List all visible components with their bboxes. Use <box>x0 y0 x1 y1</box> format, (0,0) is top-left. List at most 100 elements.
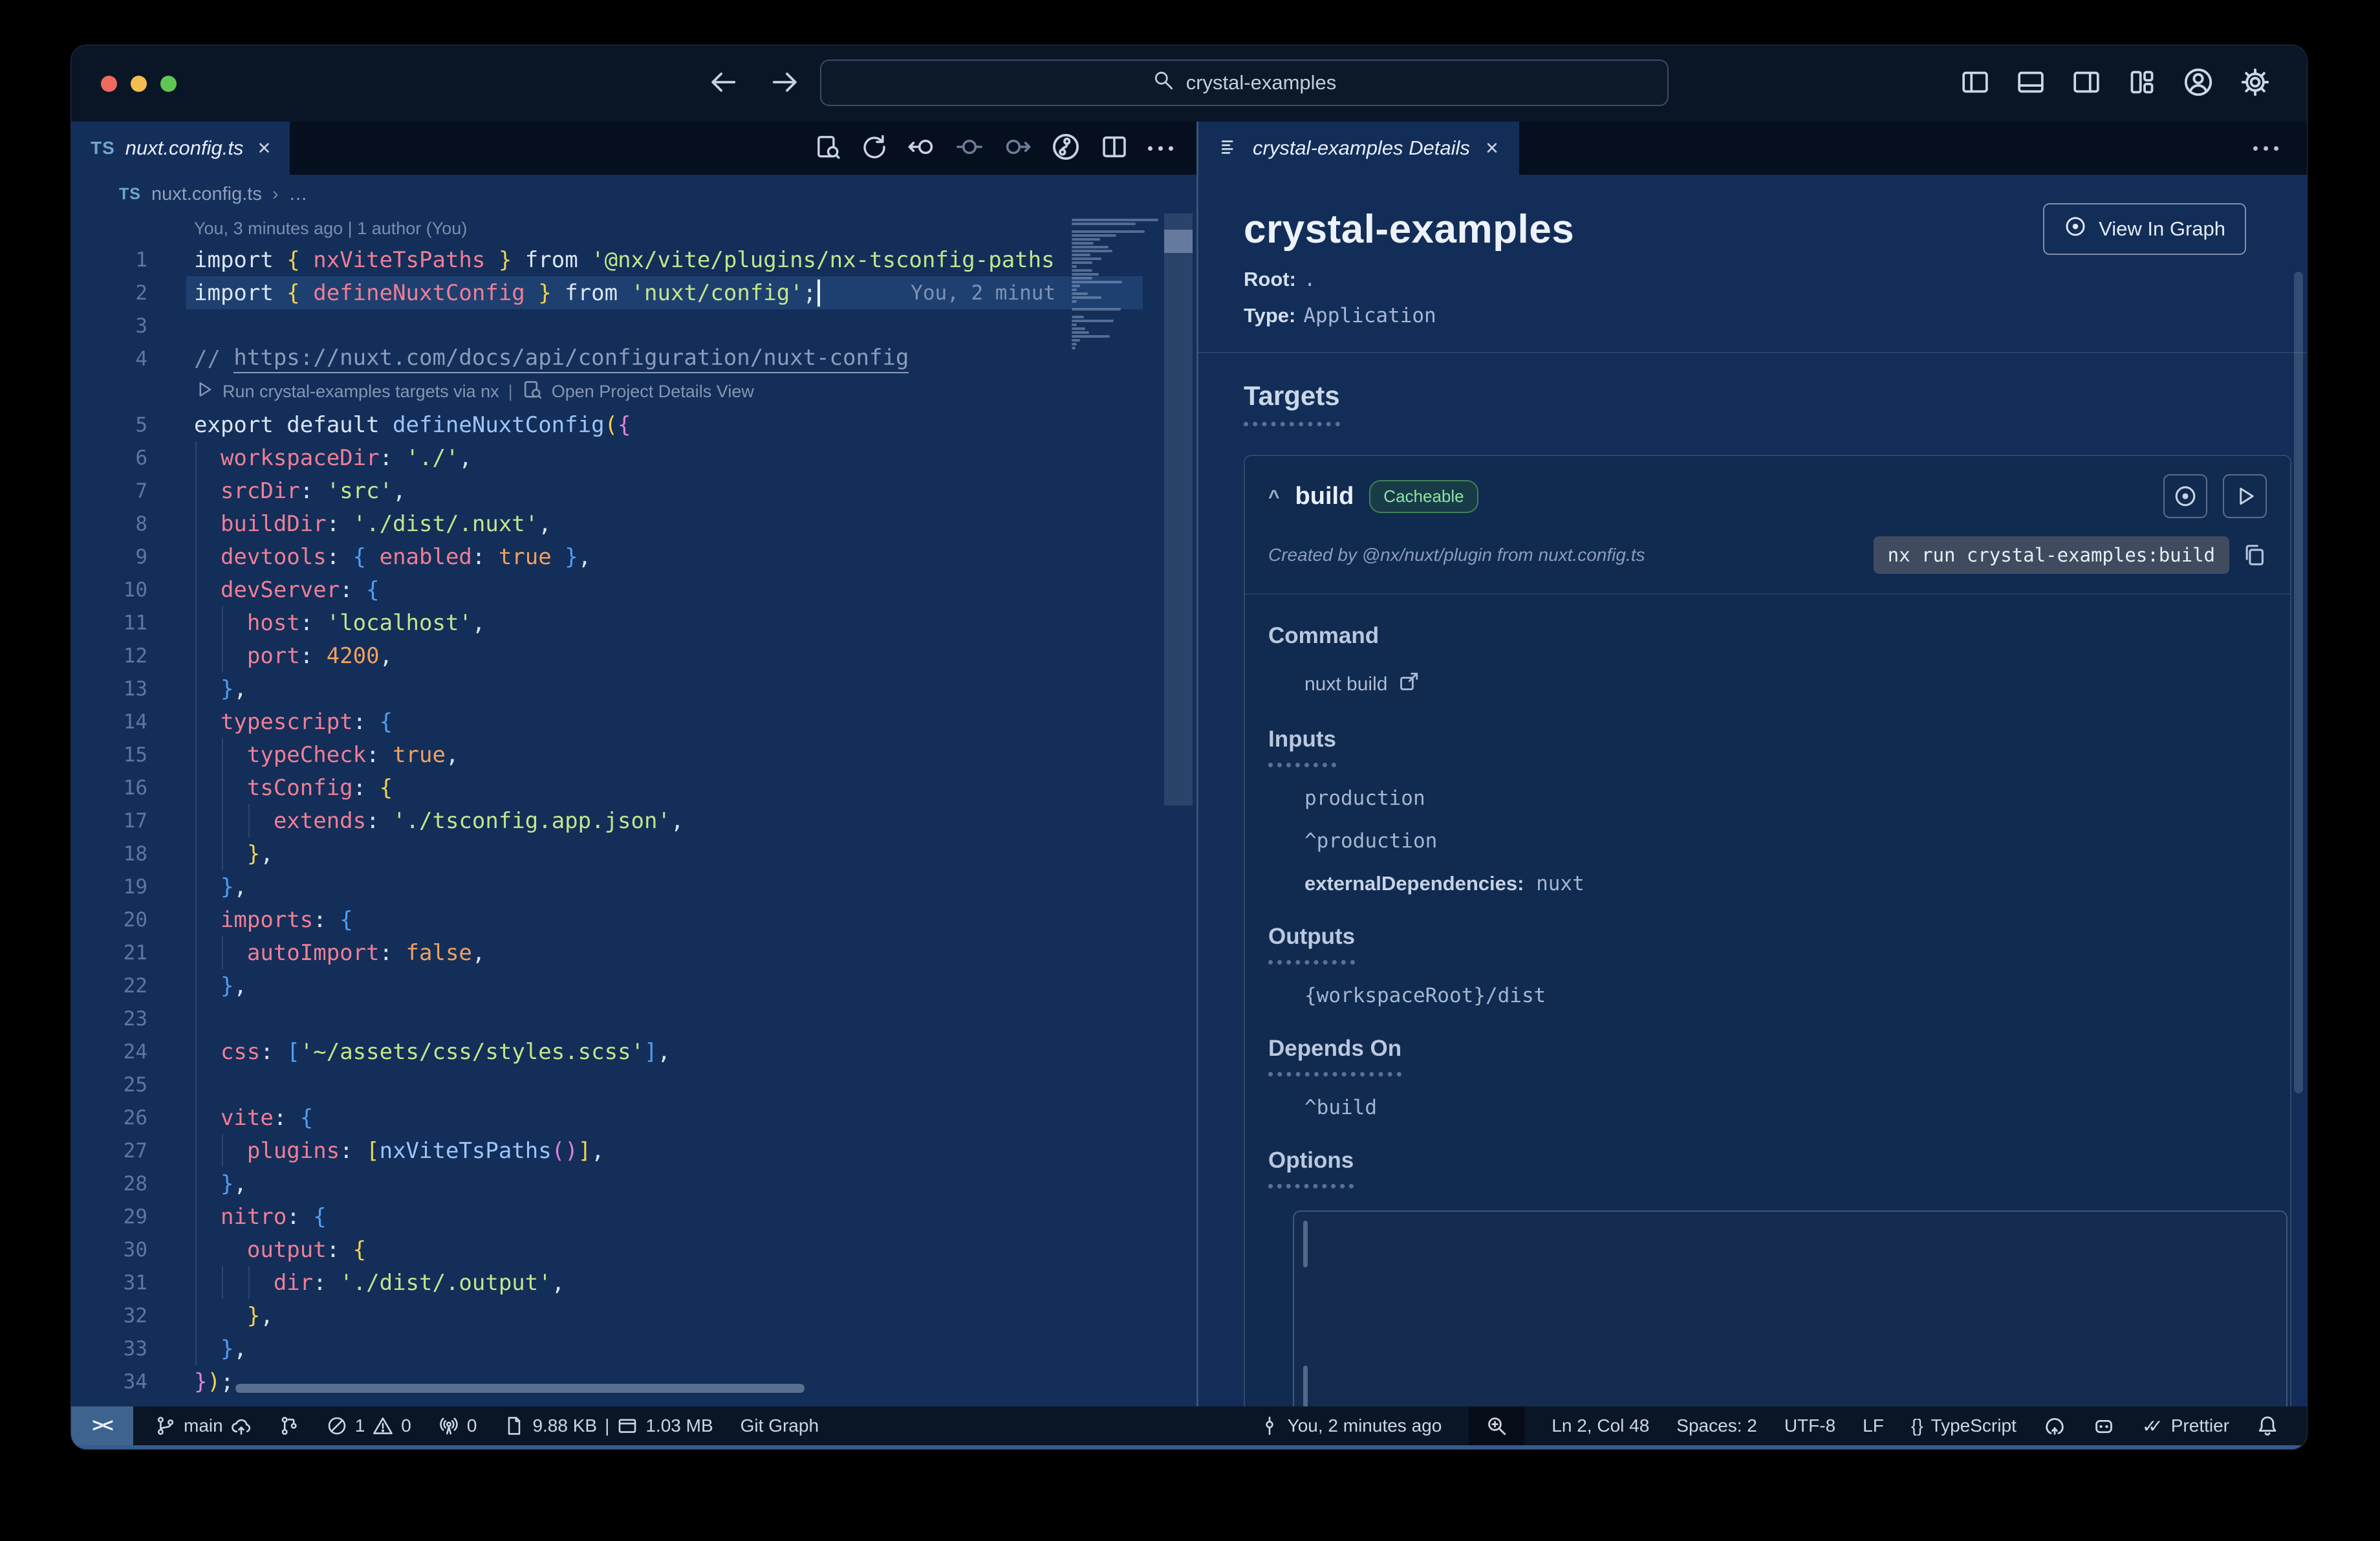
commit-graph-icon[interactable] <box>1051 132 1081 165</box>
view-in-graph-button[interactable]: View In Graph <box>2043 203 2246 255</box>
discard-changes-icon[interactable] <box>861 133 888 164</box>
code-line[interactable]: 22 }, <box>71 969 1196 1002</box>
code-line[interactable]: 18 }, <box>71 837 1196 870</box>
run-command-chip[interactable]: nx run crystal-examples:build <box>1873 536 2229 574</box>
prettier-item[interactable]: ✓✓ Prettier <box>2142 1415 2229 1437</box>
zoom-item[interactable] <box>1469 1406 1525 1445</box>
code-line[interactable]: 15 typeCheck: true, <box>71 738 1196 771</box>
code-line[interactable]: 17 extends: './tsconfig.app.json', <box>71 804 1196 837</box>
line-number[interactable]: 23 <box>71 1007 147 1031</box>
toggle-sidebar-icon[interactable] <box>1960 67 1990 100</box>
code-line[interactable]: 20 imports: { <box>71 903 1196 936</box>
code-line[interactable]: 25 <box>71 1068 1196 1101</box>
code-line[interactable]: 1 import { nxViteTsPaths } from '@nx/vite… <box>71 243 1196 276</box>
line-number[interactable]: 16 <box>71 776 147 800</box>
line-number[interactable]: 11 <box>71 611 147 635</box>
line-number[interactable]: 18 <box>71 842 147 866</box>
line-number[interactable]: 32 <box>71 1304 147 1328</box>
code-line[interactable]: 21 autoImport: false, <box>71 936 1196 969</box>
line-number[interactable]: 12 <box>71 644 147 668</box>
tab-project-details[interactable]: crystal-examples Details × <box>1198 122 1519 175</box>
line-number[interactable]: 31 <box>71 1271 147 1295</box>
minimize-window-button[interactable] <box>131 75 147 92</box>
minimap[interactable] <box>1072 219 1161 351</box>
code-line[interactable]: 34}); <box>71 1365 1196 1398</box>
code-line[interactable]: 9 devtools: { enabled: true }, <box>71 540 1196 573</box>
maximize-window-button[interactable] <box>160 75 177 92</box>
run-target-button[interactable] <box>2223 474 2267 518</box>
breadcrumb[interactable]: TS nuxt.config.ts › … <box>71 175 1196 213</box>
code-line[interactable]: 11 host: 'localhost', <box>71 606 1196 639</box>
line-number[interactable]: 5 <box>71 413 147 437</box>
toggle-secondary-sidebar-icon[interactable] <box>2072 67 2101 100</box>
editor-vertical-scrollbar[interactable] <box>1164 213 1193 805</box>
notifications-item[interactable] <box>2256 1415 2278 1437</box>
cursor-position-item[interactable]: Ln 2, Col 48 <box>1552 1415 1649 1436</box>
code-line[interactable]: 3 <box>71 309 1196 342</box>
language-item[interactable]: {} TypeScript <box>1911 1415 2017 1436</box>
git-graph-item[interactable]: Git Graph <box>741 1415 819 1436</box>
previous-change-icon[interactable] <box>907 133 936 164</box>
codelens-open-link[interactable]: Open Project Details View <box>552 382 754 402</box>
editor-horizontal-scrollbar[interactable] <box>235 1384 805 1393</box>
breadcrumb-symbol[interactable]: … <box>289 184 308 205</box>
codelens-run-link[interactable]: Run crystal-examples targets via nx <box>222 382 499 402</box>
line-number[interactable]: 8 <box>71 512 147 536</box>
code-line[interactable]: 24 css: ['~/assets/css/styles.scss'], <box>71 1035 1196 1068</box>
code-editor[interactable]: You, 3 minutes ago | 1 author (You) 1 imp… <box>71 213 1196 1406</box>
line-number[interactable]: 22 <box>71 974 147 998</box>
code-line[interactable]: 23 <box>71 1002 1196 1035</box>
line-number[interactable]: 6 <box>71 446 147 470</box>
line-number[interactable]: 33 <box>71 1337 147 1361</box>
more-editor-actions-icon[interactable] <box>1148 146 1173 151</box>
eol-item[interactable]: LF <box>1863 1415 1884 1436</box>
line-number[interactable]: 29 <box>71 1205 147 1229</box>
options-code-block[interactable]: { "cwd": "."} <box>1293 1210 2288 1406</box>
line-number[interactable]: 13 <box>71 677 147 701</box>
split-editor-icon[interactable] <box>1100 133 1129 164</box>
line-number[interactable]: 26 <box>71 1106 147 1130</box>
code-line[interactable]: 28 }, <box>71 1167 1196 1200</box>
code-line[interactable]: 8 buildDir: './dist/.nuxt', <box>71 507 1196 540</box>
code-line[interactable]: 30 output: { <box>71 1233 1196 1266</box>
open-preview-icon[interactable] <box>814 133 841 164</box>
line-number[interactable]: 7 <box>71 479 147 503</box>
line-number[interactable]: 21 <box>71 941 147 965</box>
code-line[interactable]: 31 dir: './dist/.output', <box>71 1266 1196 1299</box>
line-number[interactable]: 2 <box>71 281 147 305</box>
code-line[interactable]: 5 export default defineNuxtConfig({ <box>71 408 1196 441</box>
git-pipeline-item[interactable] <box>279 1415 299 1436</box>
line-number[interactable]: 10 <box>71 578 147 602</box>
code-line[interactable]: 27 plugins: [nxViteTsPaths()], <box>71 1134 1196 1167</box>
run-target-play-icon[interactable] <box>194 380 213 404</box>
line-number[interactable]: 9 <box>71 545 147 569</box>
code-line[interactable]: 10 devServer: { <box>71 573 1196 606</box>
code-line[interactable]: 32 }, <box>71 1299 1196 1332</box>
blame-item[interactable]: You, 2 minutes ago <box>1259 1415 1442 1436</box>
more-actions-icon[interactable] <box>2253 146 2278 151</box>
back-icon[interactable] <box>708 67 738 100</box>
code-line[interactable]: 6 workspaceDir: './', <box>71 441 1196 474</box>
tab-nuxt-config[interactable]: TS nuxt.config.ts × <box>71 122 290 175</box>
collapse-chevron-icon[interactable]: ^ <box>1268 486 1280 508</box>
line-number[interactable]: 19 <box>71 875 147 899</box>
encoding-item[interactable]: UTF-8 <box>1784 1415 1835 1436</box>
code-line[interactable]: 4 // https://nuxt.com/docs/api/configurat… <box>71 342 1196 375</box>
indentation-item[interactable]: Spaces: 2 <box>1676 1415 1757 1436</box>
line-number[interactable]: 14 <box>71 710 147 734</box>
code-line[interactable]: 2 import { defineNuxtConfig } from 'nuxt/… <box>71 276 1196 309</box>
code-line[interactable]: 16 tsConfig: { <box>71 771 1196 804</box>
line-number[interactable]: 20 <box>71 908 147 932</box>
problems-item[interactable]: 1 0 <box>327 1415 411 1436</box>
gitlens-item[interactable] <box>2044 1415 2066 1437</box>
next-change-icon[interactable] <box>1003 133 1032 164</box>
code-line[interactable]: 26 vite: { <box>71 1101 1196 1134</box>
line-number[interactable]: 27 <box>71 1139 147 1163</box>
current-change-icon[interactable] <box>955 133 984 164</box>
copilot-item[interactable] <box>2093 1415 2115 1437</box>
code-line[interactable]: 19 }, <box>71 870 1196 903</box>
line-number[interactable]: 24 <box>71 1040 147 1064</box>
close-window-button[interactable] <box>101 75 117 92</box>
forward-icon[interactable] <box>770 67 800 100</box>
code-line[interactable]: 7 srcDir: 'src', <box>71 474 1196 507</box>
